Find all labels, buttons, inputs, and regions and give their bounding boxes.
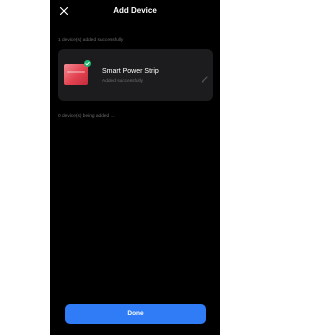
header: Add Device [50,0,220,22]
page-title: Add Device [113,6,157,15]
adding-count-label: 0 device(s) being added ... [58,114,115,119]
add-device-screen: Add Device 1 device(s) added successfull… [50,0,220,335]
edit-button[interactable] [201,70,209,83]
device-status: Added successfully [102,79,144,84]
device-thumbnail [64,64,88,85]
device-card[interactable]: Smart Power Strip Added successfully [58,49,213,101]
check-icon [85,61,90,66]
added-count-label: 1 device(s) added successfully [58,38,124,43]
thumbnail-highlight [67,71,85,73]
done-button[interactable]: Done [65,304,206,324]
pencil-icon [201,76,208,83]
success-badge [84,60,91,67]
device-name: Smart Power Strip [102,68,159,75]
